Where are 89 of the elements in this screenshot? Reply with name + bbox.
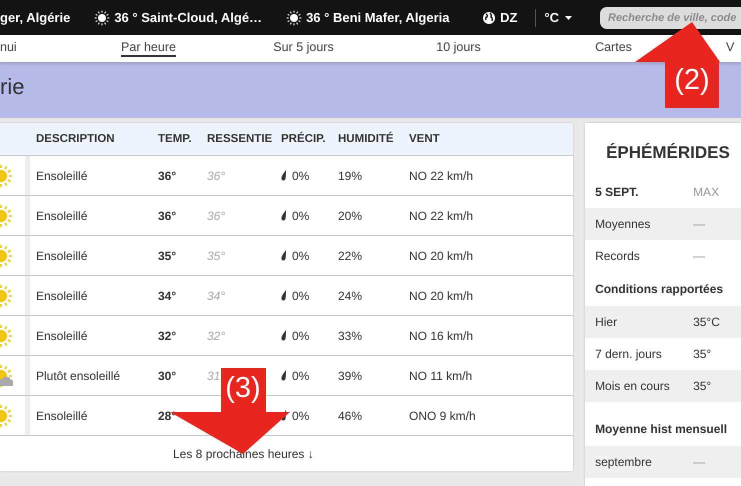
column-header: HUMIDITÉ: [337, 133, 395, 145]
table-cell: 0%: [292, 368, 310, 382]
column-header: TEMP.: [157, 133, 193, 145]
nav-tab[interactable]: V: [726, 35, 734, 57]
callout-number: (3): [224, 372, 262, 405]
table-cell-text: 36°: [157, 168, 178, 182]
table-cell-text: 19%: [337, 168, 364, 182]
location-link[interactable]: ger, Algérie: [0, 10, 70, 25]
table-cell-text: 20%: [337, 208, 364, 222]
table-cell-text: 22%: [337, 248, 364, 262]
unit-selector[interactable]: °C: [544, 10, 559, 25]
sun-icon: [94, 10, 110, 26]
section-heading: Conditions rapportées: [594, 281, 724, 298]
table-cell: 0%: [292, 248, 310, 262]
raindrop-icon: [281, 290, 287, 301]
panel-title: ÉPHÉMÉRIDES: [605, 142, 731, 164]
row-value: —: [693, 249, 706, 263]
row-label: Moyennes: [595, 217, 652, 231]
search-field[interactable]: Recherche de ville, code: [600, 6, 741, 28]
raindrop-icon: [281, 170, 287, 181]
section-heading: Moyenne hist mensuell: [594, 421, 728, 438]
table-cell: 0%: [292, 288, 310, 302]
table-cell-text: 34°: [157, 288, 178, 302]
table-cell-text: NO 16 km/h: [408, 328, 474, 342]
nav-tab[interactable]: 10 jours: [436, 35, 481, 57]
country-code[interactable]: DZ: [500, 10, 518, 25]
raindrop-icon: [281, 330, 287, 341]
table-cell-text: 24%: [337, 288, 364, 302]
row-label: Records: [595, 249, 641, 263]
date-label: 5 SEPT.: [595, 185, 640, 199]
table-cell-text: NO 22 km/h: [408, 168, 474, 182]
table-cell-text: Ensoleillé: [35, 408, 88, 422]
column-header: VENT: [408, 133, 441, 145]
table-cell-text: Ensoleillé: [35, 288, 88, 302]
row-label: Mois en cours: [595, 379, 671, 393]
row-label: septembre: [595, 455, 653, 469]
column-header: PRÉCIP.: [280, 133, 327, 145]
nav-tab[interactable]: Sur 5 jours: [273, 35, 334, 57]
nav-tab[interactable]: Par heure: [121, 35, 176, 57]
more-hours-link[interactable]: Les 8 prochaines heures ↓: [173, 446, 314, 460]
row-value: 35°: [693, 379, 712, 393]
globe-icon: [483, 12, 496, 24]
table-cell: 0%: [292, 208, 310, 222]
row-value: —: [693, 217, 706, 231]
table-cell-text: 30°: [157, 368, 178, 382]
table-cell-text: NO 22 km/h: [408, 208, 474, 222]
raindrop-icon: [281, 370, 287, 381]
nav-tab[interactable]: Cartes: [595, 35, 632, 57]
table-cell-text: 39%: [337, 368, 364, 382]
table-cell-text: NO 20 km/h: [408, 288, 474, 302]
row-value: 35°: [693, 347, 712, 361]
column-header: DESCRIPTION: [35, 133, 116, 145]
table-cell-text: Ensoleillé: [35, 208, 88, 222]
column-header: MAX: [693, 185, 720, 199]
table-cell-text: 32°: [157, 328, 178, 342]
table-cell: 0%: [292, 328, 310, 342]
page-title: rie: [0, 74, 24, 100]
table-cell-text: 33%: [337, 328, 364, 342]
table-cell-text: 36°: [206, 208, 226, 222]
table-cell-text: Ensoleillé: [35, 168, 88, 182]
table-cell-text: 34°: [206, 288, 226, 302]
table-cell-text: NO 20 km/h: [408, 248, 474, 262]
row-value: —: [693, 455, 706, 469]
table-cell: 0%: [292, 408, 310, 422]
location-link[interactable]: 36 ° Beni Mafer, Algeria: [286, 10, 450, 26]
row-value: 35°C: [693, 315, 720, 329]
table-cell-text: ONO 9 km/h: [408, 408, 477, 422]
callout-number: (2): [673, 64, 711, 97]
table-cell-text: Plutôt ensoleillé: [35, 368, 122, 382]
nav-tab[interactable]: nui: [0, 35, 17, 57]
sun-icon: [286, 10, 302, 26]
raindrop-icon: [281, 210, 287, 221]
raindrop-icon: [281, 250, 287, 261]
table-cell-text: 35°: [157, 248, 178, 262]
table-cell-text: 31: [206, 368, 222, 382]
column-header: RESSENTIE: [206, 133, 274, 145]
table-cell-text: 35°: [206, 248, 226, 262]
table-cell-text: Ensoleillé: [35, 248, 88, 262]
row-label: 7 dern. jours: [595, 347, 663, 361]
caret-icon: [565, 16, 572, 20]
table-cell-text: Ensoleillé: [35, 328, 88, 342]
table-cell: 0%: [292, 168, 310, 182]
table-cell-text: 46%: [337, 408, 364, 422]
table-cell-text: NO 11 km/h: [408, 368, 474, 382]
table-cell-text: 36°: [206, 168, 226, 182]
table-cell-text: 32°: [206, 328, 226, 342]
row-label: Hier: [595, 315, 618, 329]
table-cell-text: 36°: [157, 208, 178, 222]
location-link[interactable]: 36 ° Saint-Cloud, Algé…: [94, 10, 262, 26]
